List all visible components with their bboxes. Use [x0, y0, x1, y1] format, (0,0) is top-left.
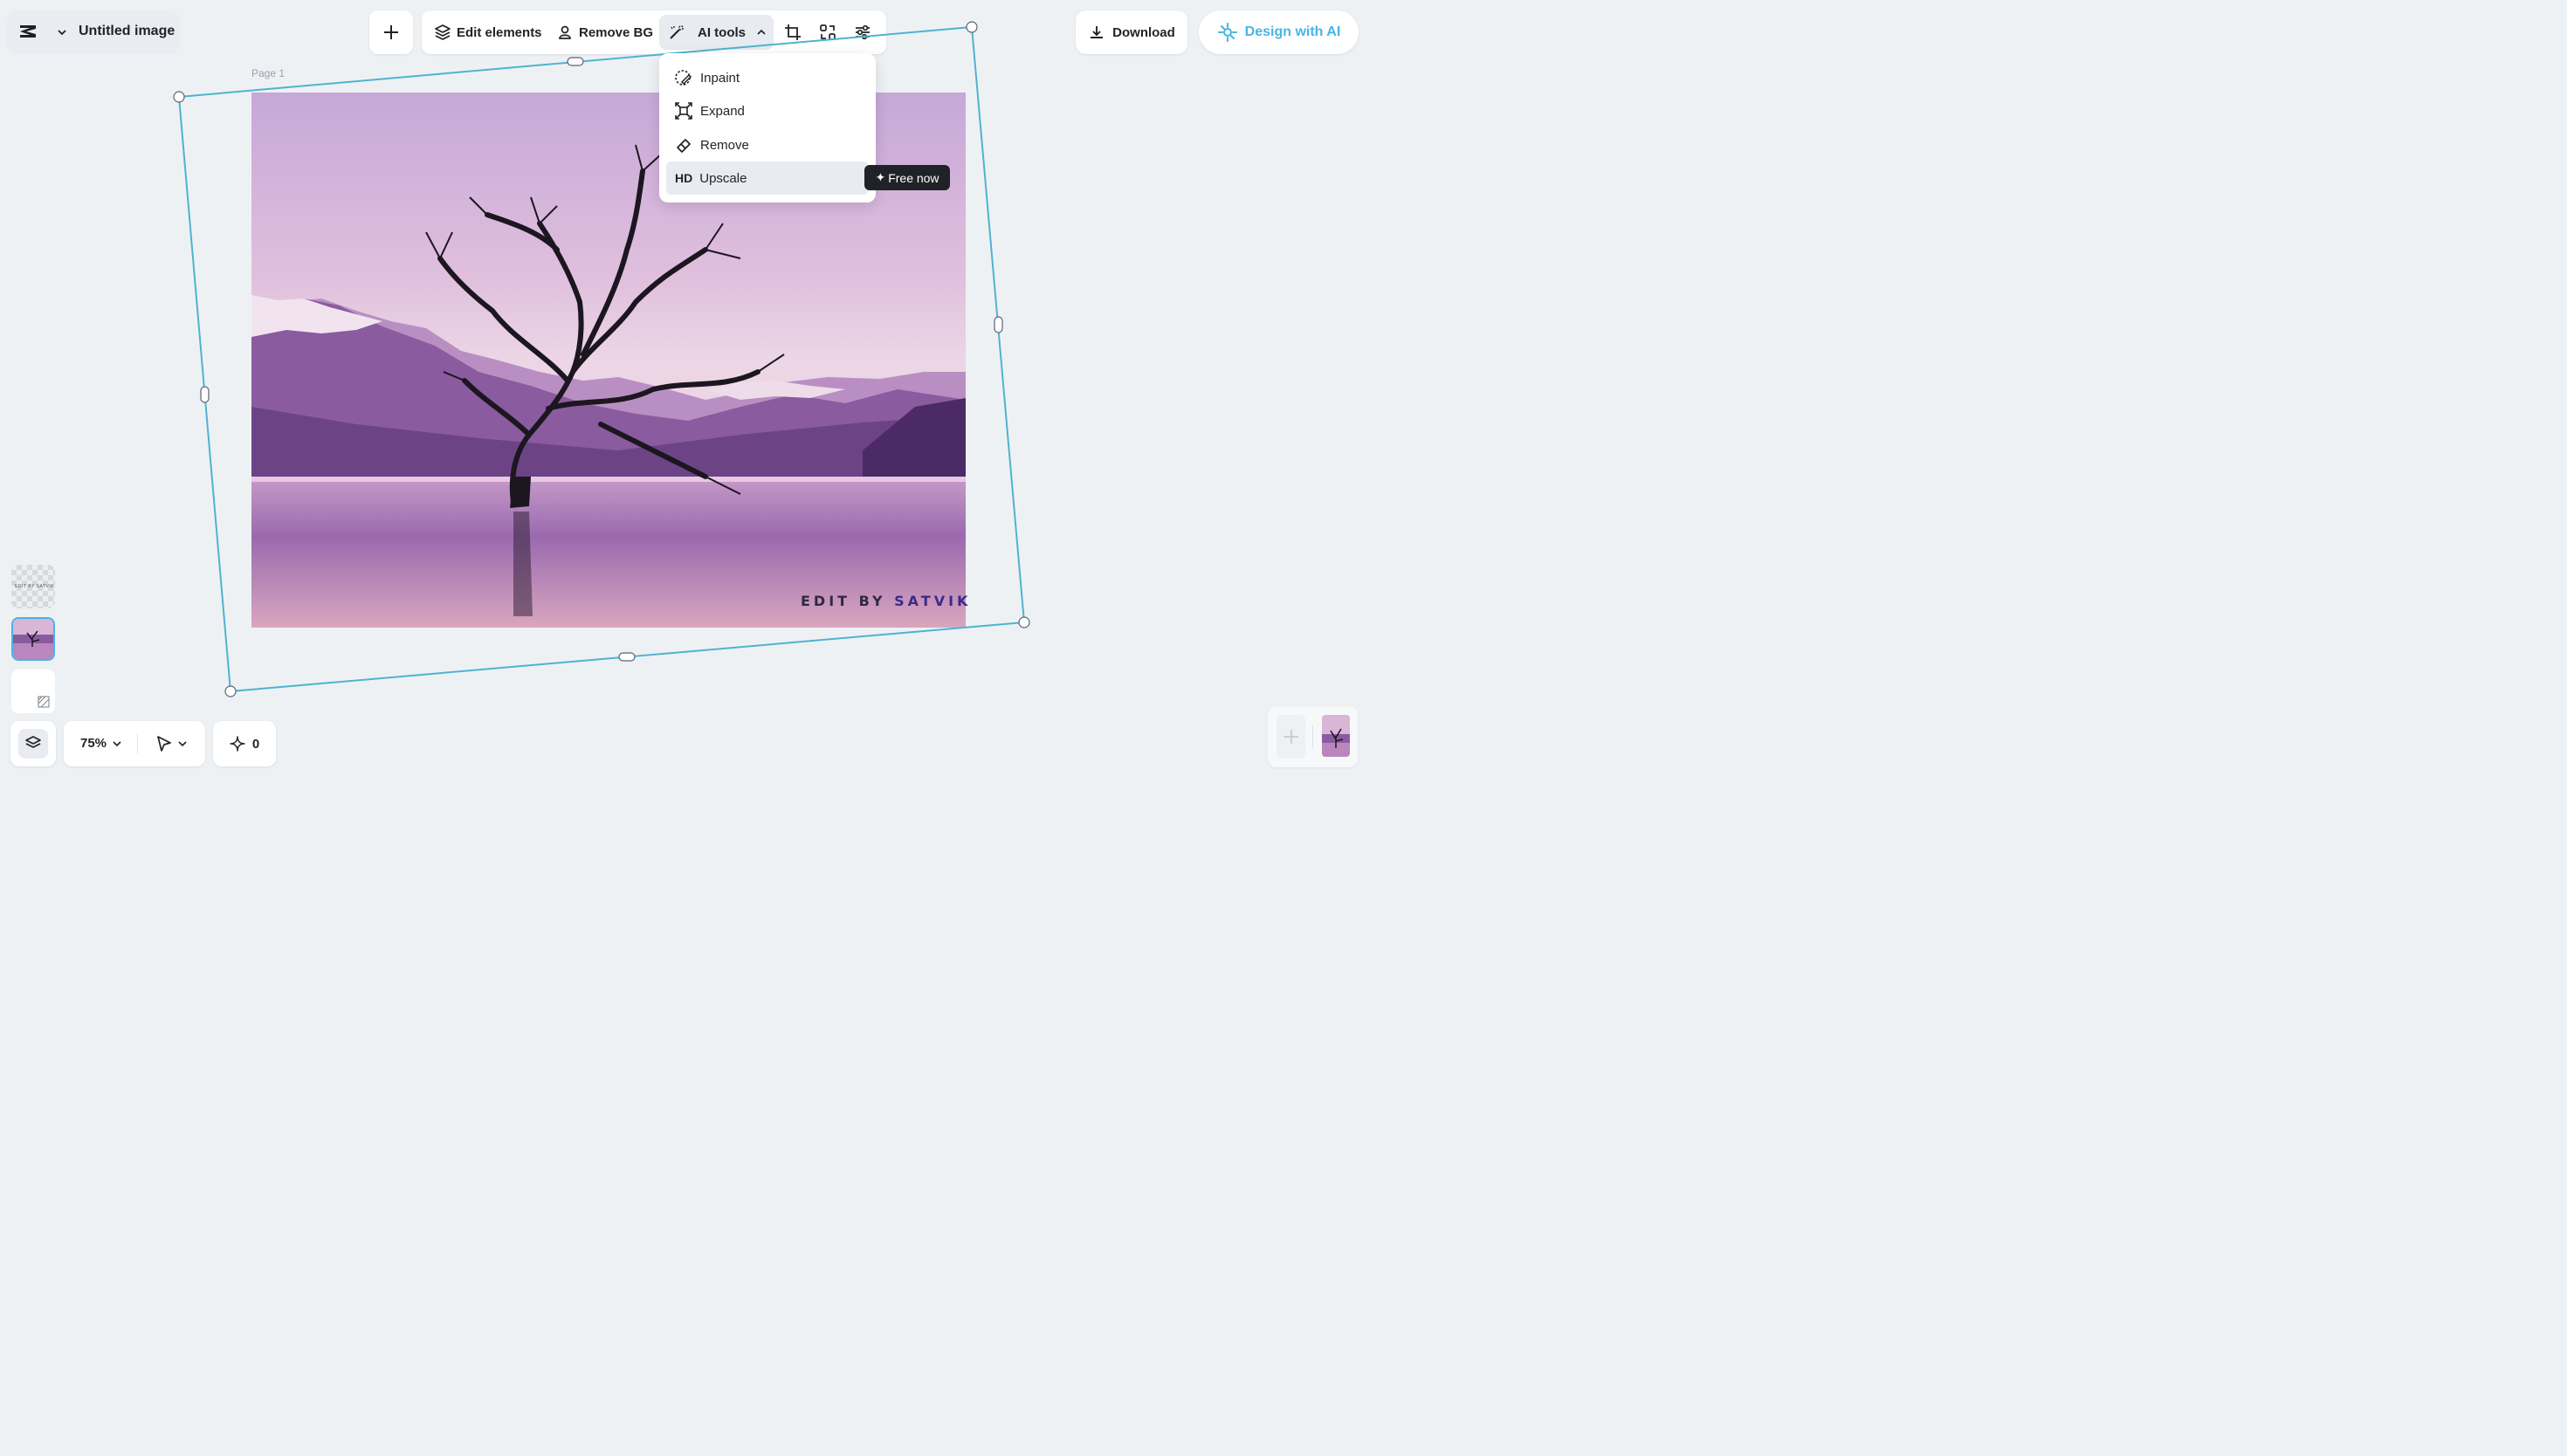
- remove-label: Remove: [700, 137, 749, 153]
- menu-item-inpaint[interactable]: Inpaint: [666, 61, 869, 94]
- chevron-down-icon[interactable]: [112, 738, 122, 749]
- plus-icon: [1284, 730, 1298, 744]
- sparkle-icon: ✦: [875, 170, 886, 184]
- resize-handle: [224, 685, 237, 697]
- ai-tools-label: AI tools: [698, 24, 746, 40]
- watermark-name: SATVIK: [894, 593, 972, 609]
- ai-sparkle-icon: [1217, 23, 1237, 42]
- resize-handle: [1018, 616, 1030, 628]
- inpaint-icon: [674, 68, 693, 87]
- zoom-level[interactable]: 75%: [80, 736, 107, 751]
- capcut-logo-icon[interactable]: [17, 22, 38, 41]
- layer-thumb-text-preview: EDIT BY SATVIK: [15, 584, 55, 589]
- layers-icon: [435, 24, 451, 40]
- layer-thumb-background[interactable]: [11, 670, 55, 713]
- hd-icon: HD: [675, 171, 693, 185]
- download-button[interactable]: Download: [1076, 10, 1187, 54]
- menu-item-upscale[interactable]: HD Upscale: [666, 161, 869, 195]
- layer-thumb-text[interactable]: EDIT BY SATVIK: [11, 565, 55, 608]
- remove-bg-button[interactable]: Remove BG: [556, 15, 653, 50]
- divider: [137, 733, 138, 754]
- layers-button[interactable]: [10, 721, 56, 766]
- file-menu[interactable]: Untitled image: [7, 10, 180, 54]
- credits-button[interactable]: 0: [213, 721, 276, 766]
- layer-thumb-image[interactable]: [11, 617, 55, 661]
- layers-icon: [18, 729, 48, 759]
- pages-panel: [1268, 706, 1358, 767]
- page-thumbnail[interactable]: [1322, 715, 1350, 757]
- resize-handle: [618, 652, 636, 662]
- background-icon: [38, 696, 50, 708]
- document-title[interactable]: Untitled image: [79, 24, 175, 39]
- eraser-icon: [674, 135, 693, 155]
- divider: [1312, 725, 1313, 748]
- resize-handle: [966, 21, 978, 33]
- add-page-button[interactable]: [1277, 715, 1305, 759]
- chevron-down-icon[interactable]: [56, 26, 68, 38]
- ai-tools-menu: Inpaint Expand Remove HD Upscale: [659, 53, 876, 203]
- design-with-ai-label: Design with AI: [1244, 24, 1341, 39]
- expand-label: Expand: [700, 103, 745, 119]
- watermark-prefix: EDIT BY: [801, 593, 886, 609]
- chevron-up-icon: [756, 27, 767, 38]
- design-with-ai-button[interactable]: Design with AI: [1199, 10, 1359, 54]
- toolbar: Edit elements Remove BG AI tools: [422, 10, 886, 54]
- plus-icon: [384, 25, 398, 39]
- resize-handle: [994, 316, 1003, 333]
- credits-count: 0: [251, 736, 260, 752]
- edit-elements-button[interactable]: Edit elements: [434, 15, 542, 50]
- zoom-controls: 75%: [64, 721, 205, 766]
- menu-item-remove[interactable]: Remove: [666, 128, 869, 161]
- chevron-down-icon[interactable]: [177, 738, 188, 749]
- remove-bg-label: Remove BG: [579, 24, 654, 40]
- adjust-icon[interactable]: [853, 23, 872, 42]
- magic-wand-icon: [668, 24, 685, 41]
- resize-handle: [567, 57, 584, 66]
- menu-item-expand[interactable]: Expand: [666, 94, 869, 127]
- edit-elements-label: Edit elements: [457, 24, 542, 40]
- download-label: Download: [1112, 24, 1175, 40]
- crop-icon[interactable]: [783, 23, 802, 42]
- upscale-label: Upscale: [699, 170, 747, 186]
- inpaint-label: Inpaint: [700, 70, 740, 86]
- sparkle-icon: [230, 736, 245, 752]
- pointer-icon[interactable]: [155, 735, 173, 752]
- page-label: Page 1: [251, 67, 286, 79]
- resize-handle: [173, 91, 185, 103]
- free-now-label: Free now: [888, 170, 939, 185]
- download-icon: [1091, 26, 1104, 38]
- resize-icon[interactable]: [818, 23, 837, 42]
- person-icon: [559, 25, 571, 39]
- resize-handle: [200, 386, 210, 403]
- free-now-badge: ✦ Free now: [864, 165, 950, 190]
- expand-icon: [674, 101, 693, 120]
- watermark-text: EDIT BY SATVIK: [801, 593, 971, 609]
- add-button[interactable]: [369, 10, 413, 54]
- ai-tools-button[interactable]: AI tools: [659, 15, 774, 50]
